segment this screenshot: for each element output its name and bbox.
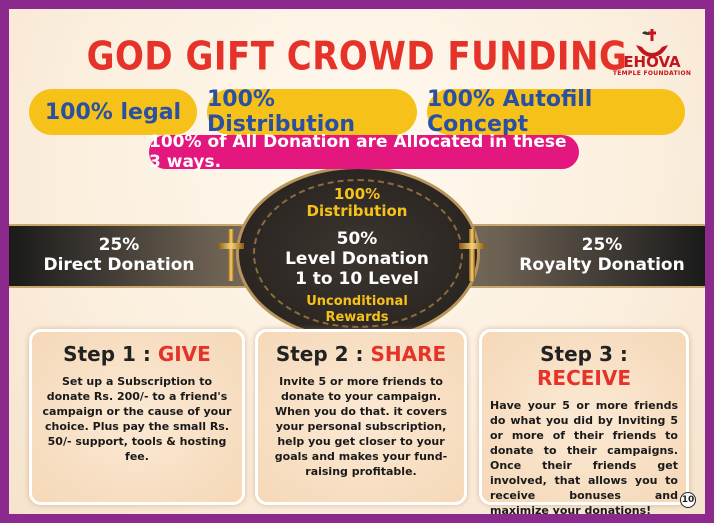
logo-sub: TEMPLE FOUNDATION bbox=[612, 70, 692, 77]
step-title: Step 3 : RECEIVE bbox=[537, 342, 631, 390]
cross-icon bbox=[459, 229, 485, 281]
step-card-give: Step 1 : GIVE Set up a Subscription to d… bbox=[29, 329, 245, 505]
pill-legal: 100% legal bbox=[29, 89, 197, 135]
step-text: Invite 5 or more friends to donate to yo… bbox=[274, 375, 448, 478]
logo: EHOVA TEMPLE FOUNDATION bbox=[612, 27, 692, 89]
pill-autofill: 100% Autofill Concept bbox=[427, 87, 685, 137]
allocation-banner: 100% of All Donation are Allocated in th… bbox=[149, 132, 579, 172]
step-card-share: Step 2 : SHARE Invite 5 or more friends … bbox=[255, 329, 467, 505]
page-title: GOD GIFT CROWD FUNDING bbox=[86, 34, 628, 80]
step-text: Have your 5 or more friends do what you … bbox=[490, 399, 678, 514]
royalty-donation: 25% Royalty Donation bbox=[519, 235, 685, 275]
step-card-receive: Step 3 : RECEIVE Have your 5 or more fri… bbox=[479, 329, 689, 514]
poster-canvas: GOD GIFT CROWD FUNDING EHOVA TEMPLE FOUN… bbox=[9, 9, 705, 514]
logo-name: EHOVA bbox=[623, 53, 681, 71]
pill-distribution: 100% Distribution bbox=[207, 87, 417, 137]
center-distribution: 100% Distribution bbox=[306, 185, 408, 220]
direct-donation: 25% Direct Donation bbox=[43, 235, 195, 275]
step-title: Step 1 : GIVE bbox=[63, 342, 211, 366]
step-text: Set up a Subscription to donate Rs. 200/… bbox=[42, 375, 232, 463]
page-number: 10 bbox=[680, 492, 696, 508]
level-donation: 50% Level Donation 1 to 10 Level bbox=[285, 229, 429, 289]
cross-icon bbox=[218, 229, 244, 281]
step-title: Step 2 : SHARE bbox=[275, 342, 447, 366]
center-rewards: Unconditional Rewards bbox=[306, 294, 408, 325]
